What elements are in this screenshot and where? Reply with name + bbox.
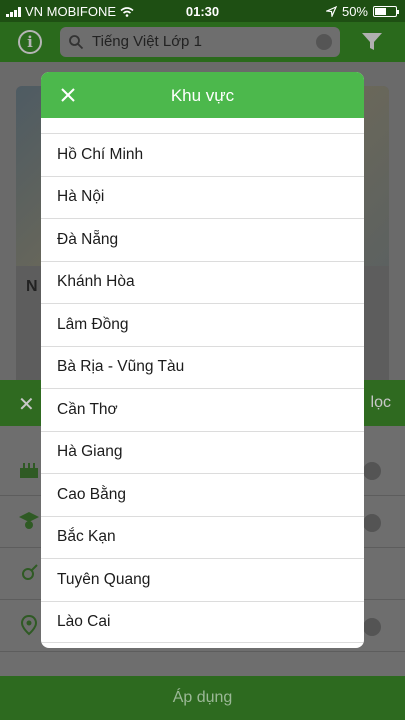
filter-row-clear-icon[interactable] xyxy=(363,462,381,480)
filter-row-clear-icon[interactable] xyxy=(363,618,381,636)
info-icon[interactable]: i xyxy=(18,30,42,54)
clear-icon[interactable] xyxy=(316,34,332,50)
region-list-item[interactable]: Bà Rịa - Vũng Tàu xyxy=(41,345,364,389)
region-list-item[interactable]: Hà Giang xyxy=(41,430,364,474)
location-arrow-icon xyxy=(325,6,337,17)
region-list-item[interactable]: Lào Cai xyxy=(41,600,364,643)
region-list-item[interactable]: Lâm Đồng xyxy=(41,303,364,346)
region-picker-modal: Khu vực Hồ Chí Minh Hà Nội Đà Nẵng Khánh Hò… xyxy=(41,72,364,648)
battery-icon xyxy=(373,6,399,17)
region-list-item[interactable]: Hồ Chí Minh xyxy=(41,133,364,176)
modal-header: Khu vực xyxy=(41,72,364,118)
region-list: Hồ Chí Minh Hà Nội Đà Nẵng Khánh Hòa Lâm Đồn… xyxy=(41,133,364,643)
region-list-item[interactable]: Bắc Kạn xyxy=(41,515,364,559)
graduate-icon xyxy=(19,512,39,529)
region-list-item[interactable]: Hà Nội xyxy=(41,175,364,219)
status-right: 50% xyxy=(325,4,399,19)
filter-close-icon[interactable]: ✕ xyxy=(18,392,35,417)
region-list-item[interactable]: Cao Bằng xyxy=(41,473,364,516)
map-pin-icon xyxy=(20,614,38,636)
content-card-title: N xyxy=(26,278,38,295)
search-icon xyxy=(69,35,84,50)
filter-sheet-title: lọc xyxy=(370,394,391,411)
apply-button[interactable]: Áp dụng xyxy=(0,676,405,720)
region-list-item[interactable]: Đà Nẵng xyxy=(41,218,364,261)
region-list-item[interactable]: Tuyên Quang xyxy=(41,558,364,601)
modal-title: Khu vực xyxy=(170,86,235,105)
region-list-item[interactable]: Cần Thơ xyxy=(41,388,364,431)
battery-percent: 50% xyxy=(341,4,368,19)
search-value: Tiếng Việt Lớp 1 xyxy=(92,33,202,50)
cake-icon xyxy=(20,463,38,478)
filter-icon[interactable] xyxy=(361,32,383,52)
filter-row-clear-icon[interactable] xyxy=(363,514,381,532)
status-bar: VN MOBIFONE 01:30 50% xyxy=(0,0,405,22)
gender-icon xyxy=(22,564,38,580)
app-header: i Tiếng Việt Lớp 1 xyxy=(0,22,405,62)
region-list-item[interactable]: Khánh Hòa xyxy=(41,260,364,304)
search-input[interactable]: Tiếng Việt Lớp 1 xyxy=(60,27,340,57)
